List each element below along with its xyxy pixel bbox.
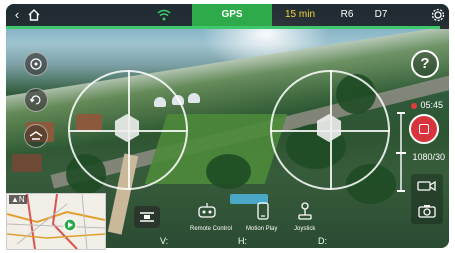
gear-icon[interactable] (430, 4, 446, 26)
remote-signal: R6 (340, 9, 354, 20)
telemetry-horizontal-speed: H: (238, 236, 247, 246)
return-home-icon[interactable] (24, 88, 48, 112)
north-indicator: ▲N (9, 195, 27, 204)
telemetry-vertical-speed: V: (160, 236, 169, 246)
record-time-value: 05:45 (420, 100, 443, 110)
photo-camera-icon[interactable] (417, 204, 437, 218)
flight-time-progress (6, 26, 449, 29)
wifi-signal-icon (154, 4, 174, 26)
telemetry-distance: D: (318, 236, 327, 246)
flight-time-progress-fill (6, 26, 441, 29)
motion-play-icon[interactable] (252, 202, 274, 222)
takeoff-land-icon[interactable] (24, 124, 48, 148)
dome (188, 93, 200, 103)
video-camera-icon[interactable] (417, 180, 437, 194)
record-time: 05:45 (411, 100, 443, 110)
drone-signal: D7 (374, 9, 388, 20)
motion-play-label[interactable]: Motion Play (246, 226, 277, 232)
flight-mode-bar: Remote Control Motion Play Joystick (156, 202, 336, 232)
slider-tick (397, 112, 405, 114)
recording-dot-icon (411, 102, 418, 109)
location-marker-icon (63, 218, 77, 232)
home-icon[interactable] (26, 4, 42, 26)
stop-icon (419, 124, 429, 134)
compass-calibrate-icon[interactable] (24, 52, 48, 76)
rooftop (12, 154, 42, 172)
joystick-label[interactable]: Joystick (294, 226, 315, 232)
joystick-icon[interactable] (294, 202, 316, 222)
help-button[interactable]: ? (411, 50, 439, 78)
record-button[interactable] (409, 114, 439, 144)
mini-map[interactable]: ▲N (6, 193, 106, 250)
top-status-bar: ‹ GPS 15 min R6 D7 (6, 4, 449, 26)
remote-control-icon[interactable] (196, 202, 218, 222)
video-resolution[interactable]: 1080/30 (412, 152, 445, 162)
remote-control-label[interactable]: Remote Control (190, 226, 232, 232)
chevron-left-icon[interactable]: ‹ (10, 4, 24, 26)
slider-handle[interactable] (396, 152, 406, 154)
tree (206, 154, 251, 189)
gps-status: GPS (192, 4, 272, 26)
camera-mode-group (411, 174, 443, 224)
flight-time: 15 min (284, 9, 315, 20)
gimbal-slider[interactable] (396, 112, 406, 192)
slider-tick (397, 190, 405, 192)
